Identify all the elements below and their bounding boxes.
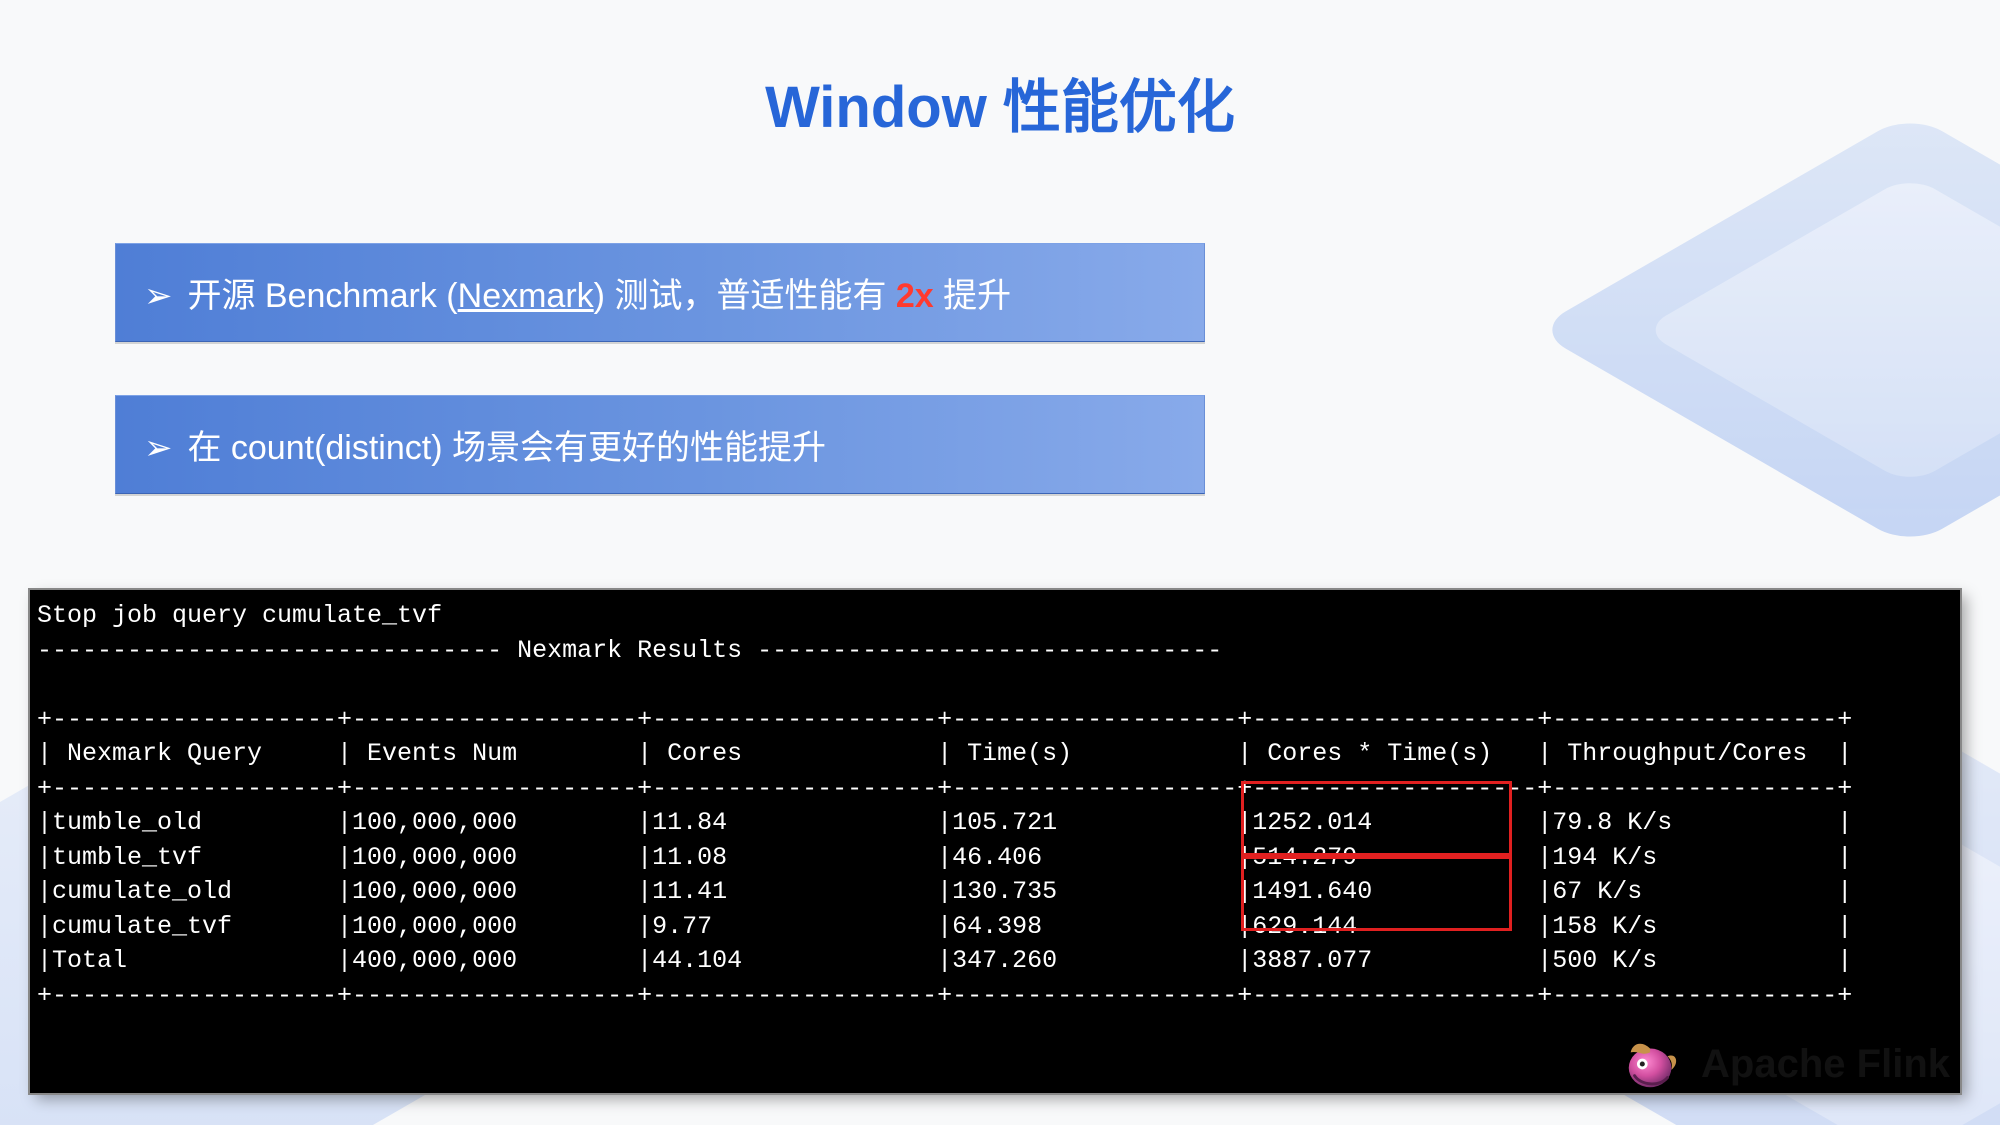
terminal-sep-head: +-------------------+-------------------… [37,774,1852,803]
chevron-right-icon: ➢ [144,276,178,316]
chevron-right-icon: ➢ [144,428,178,468]
terminal-banner-left: ------------------------------- [37,636,517,665]
bullet-highlight-2x: 2x [896,277,934,315]
table-row: |cumulate_old |100,000,000 |11.41 |130.7… [37,877,1852,906]
slide-title: Window 性能优化 [0,60,2000,144]
terminal-sep-top: +-------------------+-------------------… [37,705,1852,734]
terminal-sep-bottom: +-------------------+-------------------… [37,981,1852,1010]
bullet-text-mid: ) 测试，普适性能有 [594,277,896,315]
terminal-header-row: | Nexmark Query | Events Num | Cores | T… [37,739,1852,768]
table-row: |cumulate_tvf |100,000,000 |9.77 |64.398… [37,912,1852,941]
bullet-count-distinct: ➢ 在 count(distinct) 场景会有更好的性能提升 [115,395,1205,494]
footer-brand: Apache Flink [1621,1033,1950,1095]
table-row: |Total |400,000,000 |44.104 |347.260 |38… [37,946,1852,975]
table-row: |tumble_tvf |100,000,000 |11.08 |46.406 … [37,843,1852,872]
bullet-text-pre: 开源 Benchmark ( [187,277,457,315]
decoration-top-right [1533,113,2000,548]
bullet-text: 在 count(distinct) 场景会有更好的性能提升 [187,429,826,467]
bullet-link-nexmark: Nexmark [458,277,594,315]
terminal-banner-title: Nexmark Results [517,636,742,665]
bullet-text-post: 提升 [934,277,1011,315]
terminal-banner-right: ------------------------------- [742,636,1222,665]
bullet-benchmark: ➢ 开源 Benchmark (Nexmark) 测试，普适性能有 2x 提升 [115,243,1205,342]
terminal-output: Stop job query cumulate_tvf ------------… [30,590,1960,1093]
footer-brand-text: Apache Flink [1701,1042,1950,1087]
table-row: |tumble_old |100,000,000 |11.84 |105.721… [37,808,1852,837]
terminal-stop-line: Stop job query cumulate_tvf [37,601,442,630]
flink-logo-icon [1621,1033,1683,1095]
